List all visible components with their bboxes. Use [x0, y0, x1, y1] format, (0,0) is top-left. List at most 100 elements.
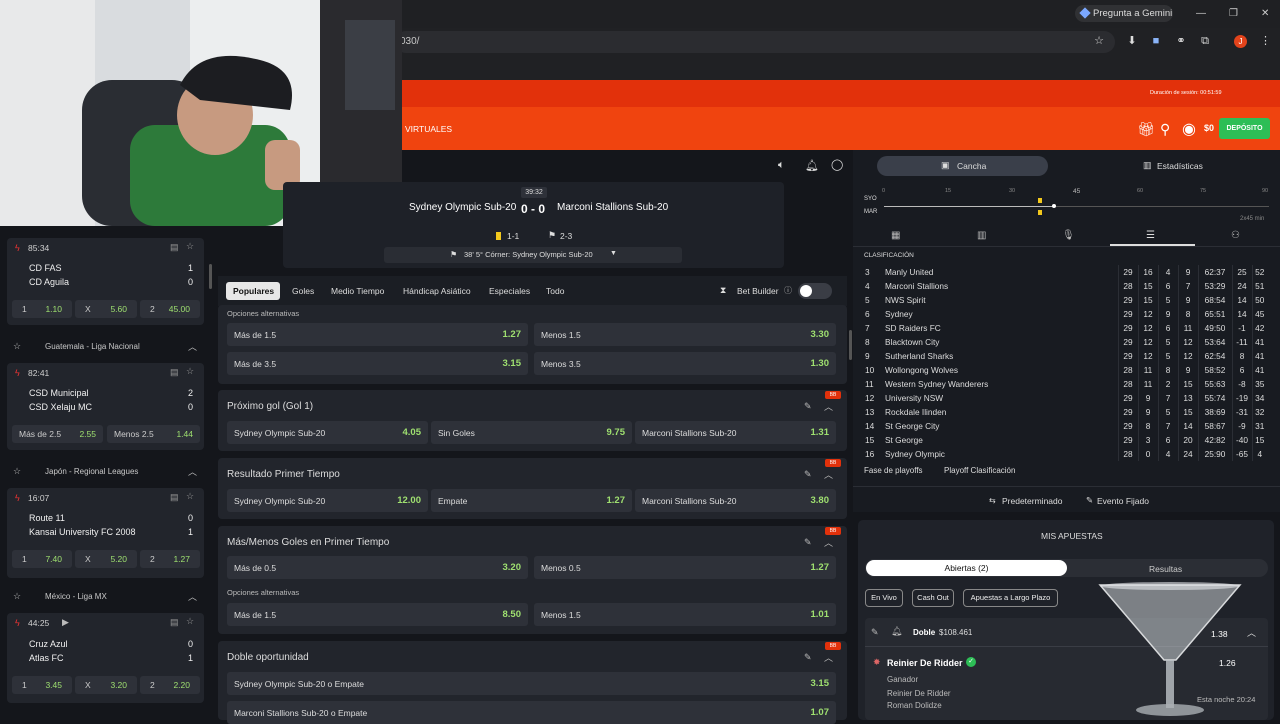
standings-row[interactable]: 14 St George City 29 8 7 14 58:67 -9 31 [863, 419, 1267, 433]
bar-chart-icon[interactable]: ▥ [977, 230, 986, 241]
restore-icon[interactable]: ❐ [1229, 8, 1238, 19]
stats-icon[interactable]: ▤ [170, 617, 179, 628]
chevron-up-icon[interactable]: ︿ [824, 536, 833, 549]
standings-row[interactable]: 8 Blacktown City 29 12 5 12 53:64 -11 41 [863, 335, 1267, 349]
field-icon[interactable]: ▦ [891, 230, 900, 241]
league-header[interactable]: Japón - Regional Leagues [45, 467, 138, 476]
filter-cashout[interactable]: Cash Out [912, 589, 954, 607]
markets-scrollbar[interactable] [849, 330, 852, 360]
tab-populares[interactable]: Populares [233, 286, 274, 296]
league-header[interactable]: México - Liga MX [45, 592, 107, 601]
market-title[interactable]: Resultado Primer Tiempo [227, 469, 340, 480]
tab-especiales[interactable]: Especiales [489, 286, 530, 296]
standings-row[interactable]: 10 Wollongong Wolves 28 11 8 9 58:52 6 41 [863, 363, 1267, 377]
download-icon[interactable]: ⬇ [1127, 36, 1137, 47]
bell-icon[interactable]: 🔔︎ [891, 626, 902, 637]
standings-row[interactable]: 11 Western Sydney Wanderers 28 11 2 15 55:63 -8… [863, 377, 1267, 391]
bet-option[interactable]: Sin Goles 9.75 [431, 421, 632, 444]
tab-estadisticas[interactable]: ▥ Estadísticas [1060, 156, 1270, 176]
odd-draw[interactable]: X 5.20 [75, 550, 137, 568]
odd-away[interactable]: 2 2.20 [140, 676, 200, 694]
bet-option[interactable]: Menos 1.5 1.01 [534, 603, 836, 626]
bet-option[interactable]: Marconi Stallions Sub-20 1.31 [635, 421, 836, 444]
odd-draw[interactable]: X 3.20 [75, 676, 137, 694]
chevron-up-icon[interactable]: ︿ [188, 340, 197, 353]
tab-settled-bets[interactable]: Resultas [1149, 564, 1182, 574]
favorite-icon[interactable]: ☆ [186, 491, 194, 502]
extension-icon[interactable]: ■ [1151, 36, 1161, 47]
bet-option[interactable]: Sydney Olympic Sub-20 o Empate 3.15 [227, 672, 836, 695]
stats-icon[interactable]: ▤ [170, 242, 179, 253]
default-button[interactable]: Predeterminado [1002, 496, 1062, 506]
market-title[interactable]: Doble oportunidad [227, 652, 309, 663]
odd-under[interactable]: Menos 2.5 1.44 [107, 425, 200, 443]
standings-row[interactable]: 13 Rockdale Ilinden 29 9 5 15 38:69 -31 32 [863, 405, 1267, 419]
tab-open-bets[interactable]: Abiertas (2) [866, 560, 1067, 576]
chevron-up-icon[interactable]: ︿ [1247, 626, 1256, 639]
tab-cancha[interactable]: ▣ Cancha [877, 156, 1048, 176]
odd-over[interactable]: Más de 2.5 2.55 [12, 425, 103, 443]
table-icon[interactable]: ☰ [1146, 230, 1155, 241]
league-header[interactable]: Guatemala - Liga Nacional [45, 342, 140, 351]
star-icon[interactable]: ☆ [13, 466, 21, 477]
menu-icon[interactable]: ⋮ [1260, 36, 1271, 47]
bet-option[interactable]: Marconi Stallions Sub-20 3.80 [635, 489, 836, 512]
profile-avatar[interactable]: J [1234, 35, 1247, 48]
bet-option[interactable]: Empate 1.27 [431, 489, 632, 512]
live-match-card[interactable]: ϟ 85:34 ▤ ☆ CD FAS 1 CD Aguila 0 1 1.10 X… [7, 238, 204, 325]
bet-option[interactable]: Sydney Olympic Sub-20 4.05 [227, 421, 428, 444]
tab-handicap[interactable]: Hándicap Asiático [403, 286, 471, 296]
chevron-up-icon[interactable]: ︿ [188, 590, 197, 603]
star-icon[interactable]: ☆ [1094, 36, 1104, 47]
close-icon[interactable]: ✕ [1261, 8, 1269, 19]
bet-option[interactable]: Más de 3.5 3.15 [227, 352, 528, 375]
odd-home[interactable]: 1 3.45 [12, 676, 72, 694]
bet-option[interactable]: Sydney Olympic Sub-20 12.00 [227, 489, 428, 512]
bet-option[interactable]: Marconi Stallions Sub-20 o Empate 1.07 [227, 701, 836, 724]
link-icon[interactable]: ⚭ [1176, 36, 1186, 47]
star-icon[interactable]: ☆ [13, 591, 21, 602]
standings-row[interactable]: 4 Marconi Stallions 28 15 6 7 53:29 24 51 [863, 279, 1267, 293]
favorite-icon[interactable]: ☆ [186, 616, 194, 627]
info-icon[interactable]: ⓘ [784, 285, 792, 296]
video-icon[interactable]: ▶ [62, 617, 69, 628]
pin-icon[interactable]: ✎ [804, 469, 812, 480]
standings-row[interactable]: 16 Sydney Olympic 28 0 4 24 25:90 -65 4 [863, 447, 1267, 461]
deposit-button[interactable]: DEPÓSITO [1219, 118, 1270, 139]
puzzle-icon[interactable]: ⧉ [1200, 36, 1210, 47]
nav-virtuales[interactable]: VIRTUALES [405, 124, 452, 134]
chevron-up-icon[interactable]: ︿ [824, 651, 833, 664]
standings-row[interactable]: 9 Sutherland Sharks 29 12 5 12 62:54 8 41 [863, 349, 1267, 363]
address-bar[interactable]: 030/ [395, 31, 1115, 53]
filter-long-term[interactable]: Apuestas a Largo Plazo [963, 589, 1058, 607]
bet-option[interactable]: Menos 0.5 1.27 [534, 556, 836, 579]
standings-row[interactable]: 15 St George 29 3 6 20 42:82 -40 15 [863, 433, 1267, 447]
filter-live[interactable]: En Vivo [865, 589, 903, 607]
bet-option[interactable]: Menos 3.5 1.30 [534, 352, 836, 375]
odd-draw[interactable]: X 5.60 [75, 300, 137, 318]
live-match-card[interactable]: ϟ 16:07 ▤ ☆ Route 11 0 Kansai University… [7, 488, 204, 578]
standings-row[interactable]: 12 University NSW 29 9 7 13 55:74 -19 34 [863, 391, 1267, 405]
tab-medio-tiempo[interactable]: Medio Tiempo [331, 286, 384, 296]
lineup-icon[interactable]: ⚇ [1231, 230, 1240, 241]
bet-option[interactable]: Menos 1.5 3.30 [534, 323, 836, 346]
microphone-icon[interactable]: 🎙︎ [1062, 230, 1075, 241]
live-match-card[interactable]: ϟ 44:25 ▶ ▤ ☆ Cruz Azul 0 Atlas FC 1 1 3.… [7, 613, 204, 703]
pin-icon[interactable]: ✎ [804, 401, 812, 412]
odd-away[interactable]: 2 1.27 [140, 550, 200, 568]
market-title[interactable]: Próximo gol (Gol 1) [227, 401, 313, 412]
favorite-icon[interactable]: ☆ [186, 366, 194, 377]
pinned-event-button[interactable]: Evento Fijado [1097, 496, 1149, 506]
standings-row[interactable]: 7 SD Raiders FC 29 12 6 11 49:50 -1 42 [863, 321, 1267, 335]
bell-icon[interactable]: 🔔︎ [805, 159, 819, 172]
user-icon[interactable]: ◉ [1182, 119, 1196, 139]
pin-icon[interactable]: ✎ [871, 627, 879, 638]
market-title[interactable]: Más/Menos Goles en Primer Tiempo [227, 537, 389, 548]
chevron-up-icon[interactable]: ︿ [824, 468, 833, 481]
live-match-card[interactable]: ϟ 82:41 ▤ ☆ CSD Municipal 2 CSD Xelaju M… [7, 363, 204, 450]
tab-goles[interactable]: Goles [292, 286, 314, 296]
pin-icon[interactable]: ✎ [804, 652, 812, 663]
bet-option[interactable]: Más de 0.5 3.20 [227, 556, 528, 579]
sidebar-scrollbar[interactable] [209, 264, 212, 289]
search-icon[interactable]: ⚲ [1160, 121, 1170, 138]
